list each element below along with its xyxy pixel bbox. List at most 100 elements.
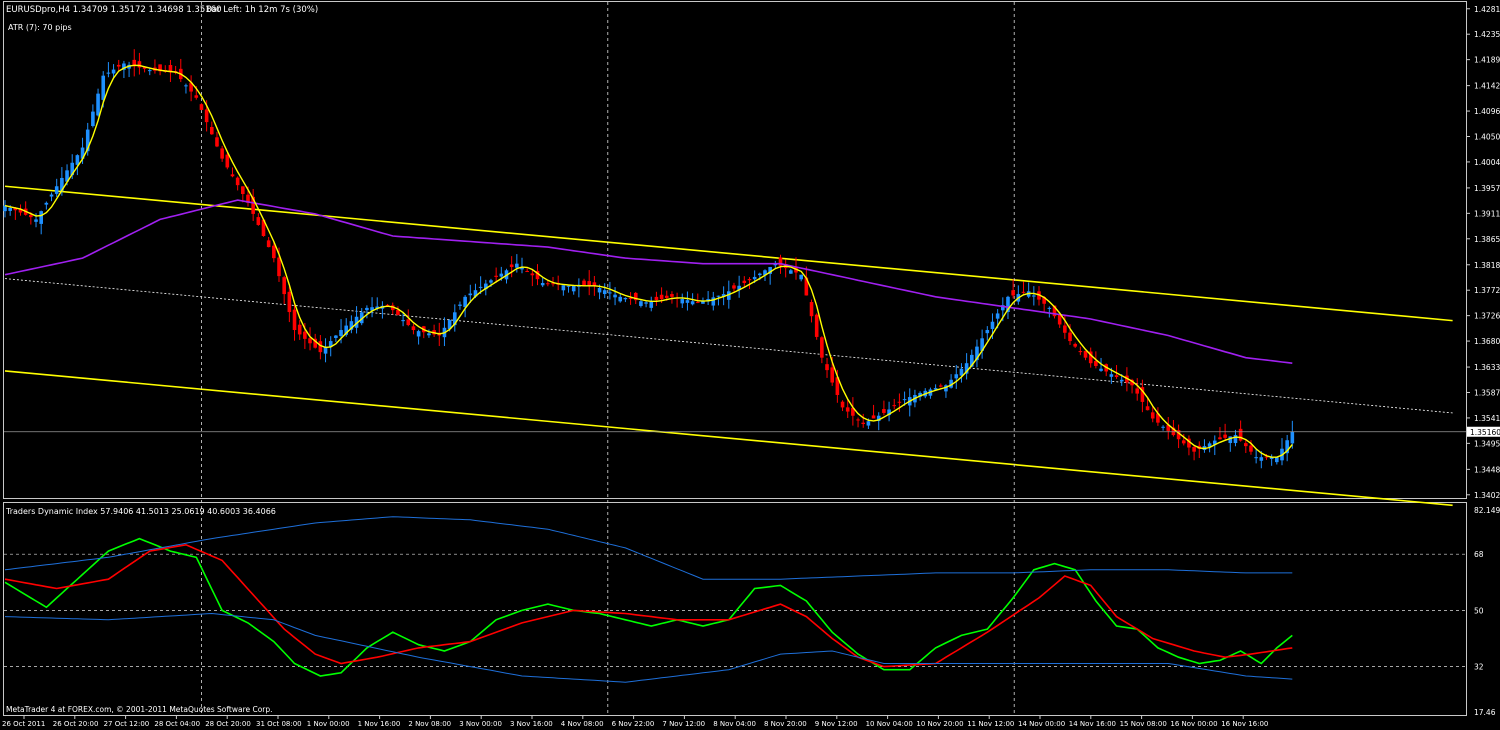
bull-candle	[49, 194, 54, 197]
bull-candle	[954, 374, 959, 379]
bear-candle	[411, 326, 416, 331]
bull-candle	[608, 292, 612, 294]
bear-candle	[825, 364, 829, 371]
bull-candle	[458, 304, 462, 306]
bear-candle	[1244, 443, 1248, 447]
bear-candle	[845, 407, 850, 412]
bull-candle	[1275, 457, 1279, 463]
bear-candle	[1238, 428, 1243, 441]
metatrader-chart[interactable]: 1.42810 1.42350 1.41890 1.41420 1.40960 1.405…	[0, 0, 1500, 730]
bear-candle	[297, 324, 302, 335]
time-tick-label: 16 Nov 16:00	[1221, 720, 1268, 728]
bar-left-timer: Bar Left: 1h 12m 7s (30%)	[206, 5, 318, 15]
time-tick-label: 27 Oct 12:00	[104, 720, 150, 728]
bear-candle	[210, 127, 214, 135]
bear-candle	[1078, 351, 1083, 353]
bear-candle	[282, 277, 286, 295]
bear-candle	[856, 419, 860, 421]
bull-candle	[515, 263, 519, 268]
bull-candle	[365, 307, 369, 311]
bear-candle	[897, 401, 902, 403]
bull-candle	[54, 186, 59, 194]
bear-candle	[587, 281, 592, 286]
bear-candle	[220, 148, 224, 159]
bear-candle	[670, 294, 674, 297]
price-tick-label: 1.36800	[1474, 337, 1500, 346]
bull-candle	[716, 295, 721, 297]
bull-candle	[985, 330, 990, 334]
bear-candle	[1011, 290, 1015, 296]
bull-candle	[1099, 368, 1103, 371]
price-tick-label: 1.38180	[1474, 261, 1500, 270]
bull-candle	[1290, 431, 1295, 444]
bull-candle	[339, 330, 343, 337]
price-tick-label: 1.34020	[1474, 491, 1500, 500]
bull-candle	[799, 274, 803, 280]
bear-candle	[204, 109, 209, 123]
time-tick-label: 3 Nov 16:00	[510, 720, 553, 728]
bear-candle	[116, 64, 121, 67]
bear-candle	[1150, 412, 1155, 419]
bull-candle	[184, 85, 188, 87]
bear-candle	[277, 257, 281, 277]
price-tick-label: 1.38650	[1474, 235, 1500, 244]
bear-candle	[303, 331, 307, 339]
bear-candle	[308, 338, 312, 344]
time-tick-label: 9 Nov 12:00	[815, 720, 858, 728]
price-tick-label: 1.40960	[1474, 107, 1500, 116]
bull-candle	[644, 302, 648, 304]
bull-candle	[463, 296, 467, 308]
tdi-tick-label: 17.46	[1474, 708, 1496, 717]
bear-candle	[659, 294, 664, 300]
time-tick-label: 6 Nov 22:00	[612, 720, 655, 728]
bear-candle	[406, 319, 411, 326]
bull-candle	[1047, 307, 1052, 309]
bear-candle	[820, 337, 824, 358]
bull-candle	[478, 286, 483, 288]
time-tick-label: 8 Nov 20:00	[764, 720, 807, 728]
bull-candle	[75, 155, 80, 165]
bear-candle	[742, 280, 747, 284]
bear-candle	[1181, 440, 1186, 444]
time-tick-label: 15 Nov 08:00	[1120, 720, 1167, 728]
chart-background	[0, 0, 1500, 730]
bear-candle	[861, 422, 866, 425]
bull-candle	[571, 285, 576, 292]
bull-candle	[959, 368, 964, 376]
bear-candle	[235, 177, 240, 186]
bear-candle	[396, 309, 400, 316]
bear-candle	[509, 264, 514, 267]
bull-candle	[111, 69, 116, 74]
bull-candle	[1109, 374, 1114, 377]
bear-candle	[840, 401, 845, 408]
bull-candle	[106, 72, 111, 74]
bull-candle	[758, 273, 762, 276]
time-tick-label: 2 Nov 08:00	[408, 720, 451, 728]
bull-candle	[96, 93, 100, 116]
bull-candle	[39, 211, 43, 224]
time-tick-label: 3 Nov 00:00	[459, 720, 502, 728]
time-tick-label: 11 Nov 12:00	[967, 720, 1014, 728]
bull-candle	[91, 111, 95, 127]
price-tick-label: 1.39570	[1474, 184, 1500, 193]
bear-candle	[530, 273, 535, 276]
atr-label: ATR (7): 70 pips	[8, 23, 72, 32]
time-tick-label: 26 Oct 2011	[2, 720, 45, 728]
bull-candle	[44, 202, 49, 205]
time-tick-label: 14 Nov 00:00	[1018, 720, 1065, 728]
price-tick-label: 1.39110	[1474, 209, 1500, 218]
bear-candle	[199, 104, 204, 110]
tdi-tick-label: 82.149	[1474, 506, 1500, 515]
bull-candle	[649, 301, 654, 308]
indicator-title: Traders Dynamic Index 57.9406 41.5013 25…	[5, 507, 276, 516]
bear-candle	[272, 245, 276, 259]
bear-candle	[1249, 445, 1253, 452]
symbol-info: EURUSDpro,H4 1.34709 1.35172 1.34698 1.3…	[6, 5, 221, 15]
time-tick-label: 10 Nov 04:00	[866, 720, 913, 728]
bear-candle	[1218, 437, 1222, 440]
bear-candle	[871, 415, 876, 419]
bear-candle	[256, 217, 261, 225]
bull-candle	[690, 301, 695, 305]
bear-candle	[938, 385, 943, 387]
bull-candle	[8, 207, 12, 211]
